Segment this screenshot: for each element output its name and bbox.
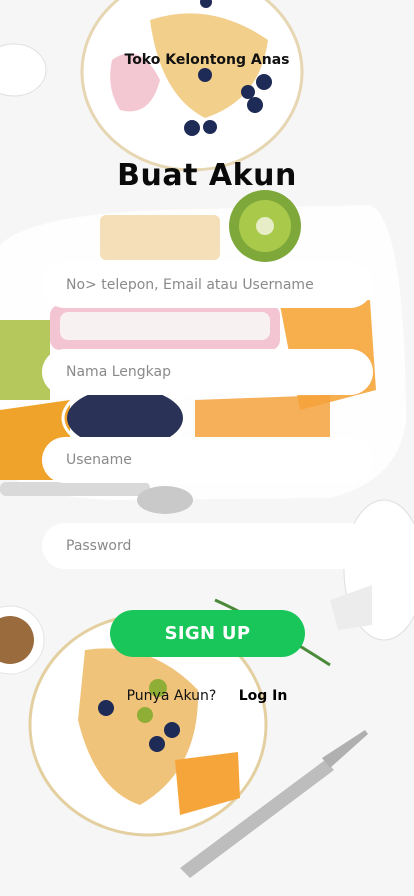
username-input[interactable] (66, 452, 356, 468)
password-field[interactable] (42, 523, 373, 569)
fullname-input[interactable] (66, 364, 356, 380)
signup-screen: Toko Kelontong Anas Buat Akun SIGN UP Pu… (0, 0, 414, 896)
page-title: Buat Akun (117, 158, 297, 193)
contact-field[interactable] (42, 262, 373, 308)
store-name: Toko Kelontong Anas (124, 52, 290, 68)
have-account-text: Punya Akun? (126, 688, 217, 704)
login-prompt: Punya Akun? Log In (0, 688, 414, 704)
password-input[interactable] (66, 538, 356, 554)
username-field[interactable] (42, 437, 373, 483)
sign-up-button[interactable]: SIGN UP (110, 610, 305, 657)
login-link[interactable]: Log In (239, 688, 288, 704)
contact-input[interactable] (66, 277, 356, 293)
fullname-field[interactable] (42, 349, 373, 395)
